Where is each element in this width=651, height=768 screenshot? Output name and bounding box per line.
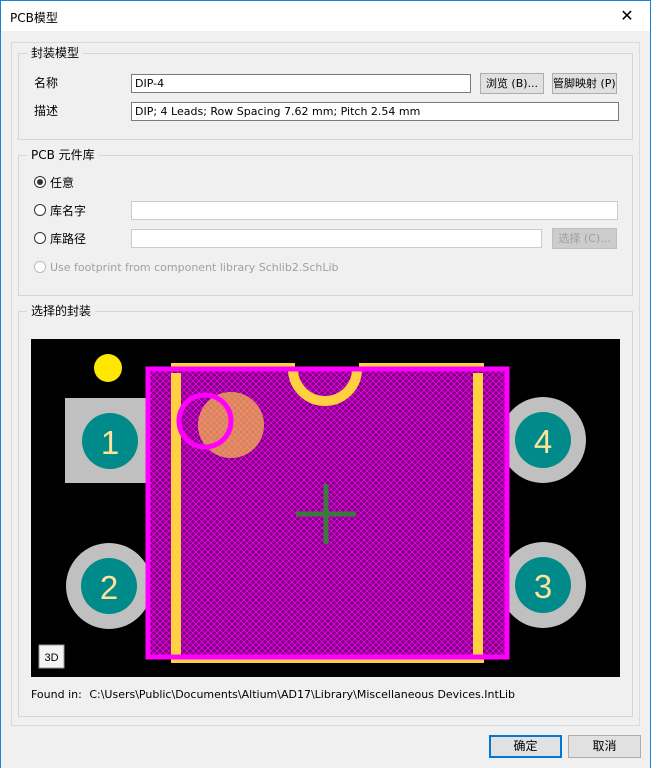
pin-map-button[interactable]: 管脚映射 (P)... xyxy=(552,73,617,94)
selected-footprint-group-label: 选择的封装 xyxy=(27,303,96,319)
title-bar: PCB模型 ✕ xyxy=(1,1,650,31)
radio-any-label: 任意 xyxy=(50,175,75,190)
radio-use-footprint-label: Use footprint from component library Sch… xyxy=(50,260,339,274)
name-label: 名称 xyxy=(34,76,59,90)
pad-3-label: 3 xyxy=(534,568,552,605)
found-in-line: Found in: C:\Users\Public\Documents\Alti… xyxy=(31,688,515,701)
choose-button[interactable]: 选择 (C)... xyxy=(552,228,617,249)
pad-4: 4 xyxy=(500,397,586,483)
dialog-content: 封装模型 名称 DIP-4 浏览 (B)... 管脚映射 (P)... 描述 D… xyxy=(1,32,650,768)
found-in-path: C:\Users\Public\Documents\Altium\AD17\Li… xyxy=(89,688,515,701)
footprint-model-group-label: 封装模型 xyxy=(27,45,84,61)
pcb-library-group: PCB 元件库 任意 库名字 库路径 选择 (C)... Use footpri… xyxy=(18,147,633,296)
pad-2: 2 xyxy=(66,543,152,629)
pad-2-label: 2 xyxy=(100,569,118,606)
pad-1: 1 xyxy=(65,398,150,483)
pad-4-label: 4 xyxy=(534,423,552,460)
view-3d-label: 3D xyxy=(44,652,58,664)
ok-button[interactable]: 确定 xyxy=(489,735,562,758)
name-field[interactable]: DIP-4 xyxy=(131,74,471,93)
silk-right-rail xyxy=(473,373,483,655)
description-label: 描述 xyxy=(34,104,59,118)
view-3d-button[interactable]: 3D xyxy=(38,644,65,669)
window-title: PCB模型 xyxy=(10,11,58,25)
footprint-preview[interactable]: 1 2 4 3 3D xyxy=(31,339,620,677)
radio-lib-path-label: 库路径 xyxy=(50,231,87,246)
radio-lib-name-indicator[interactable] xyxy=(34,204,46,216)
pad-3: 3 xyxy=(500,542,586,628)
radio-use-footprint-indicator[interactable] xyxy=(34,261,46,273)
footprint-model-group: 封装模型 名称 DIP-4 浏览 (B)... 管脚映射 (P)... 描述 D… xyxy=(18,45,633,140)
close-icon[interactable]: ✕ xyxy=(604,1,650,31)
pin1-indicator-dot xyxy=(94,354,122,382)
cancel-button[interactable]: 取消 xyxy=(568,735,641,758)
lib-path-field[interactable] xyxy=(131,229,542,248)
main-panel: 封装模型 名称 DIP-4 浏览 (B)... 管脚映射 (P)... 描述 D… xyxy=(11,42,640,726)
footprint-drawing: 1 2 4 3 3D xyxy=(38,354,586,669)
radio-use-footprint[interactable]: Use footprint from component library Sch… xyxy=(34,259,339,275)
radio-lib-path[interactable]: 库路径 xyxy=(34,230,86,246)
radio-lib-name-label: 库名字 xyxy=(50,203,87,218)
lib-name-field[interactable] xyxy=(131,201,618,220)
pad-1-label: 1 xyxy=(101,424,119,461)
browse-button[interactable]: 浏览 (B)... xyxy=(480,73,544,94)
dialog-window: PCB模型 ✕ 封装模型 名称 DIP-4 浏览 (B)... 管脚映射 (P)… xyxy=(0,0,651,768)
pcb-library-group-label: PCB 元件库 xyxy=(27,147,99,163)
description-field[interactable]: DIP; 4 Leads; Row Spacing 7.62 mm; Pitch… xyxy=(131,102,619,121)
radio-lib-name[interactable]: 库名字 xyxy=(34,202,86,218)
radio-any-indicator[interactable] xyxy=(34,176,46,188)
radio-any[interactable]: 任意 xyxy=(34,174,74,190)
radio-lib-path-indicator[interactable] xyxy=(34,232,46,244)
found-in-label: Found in: xyxy=(31,688,82,701)
